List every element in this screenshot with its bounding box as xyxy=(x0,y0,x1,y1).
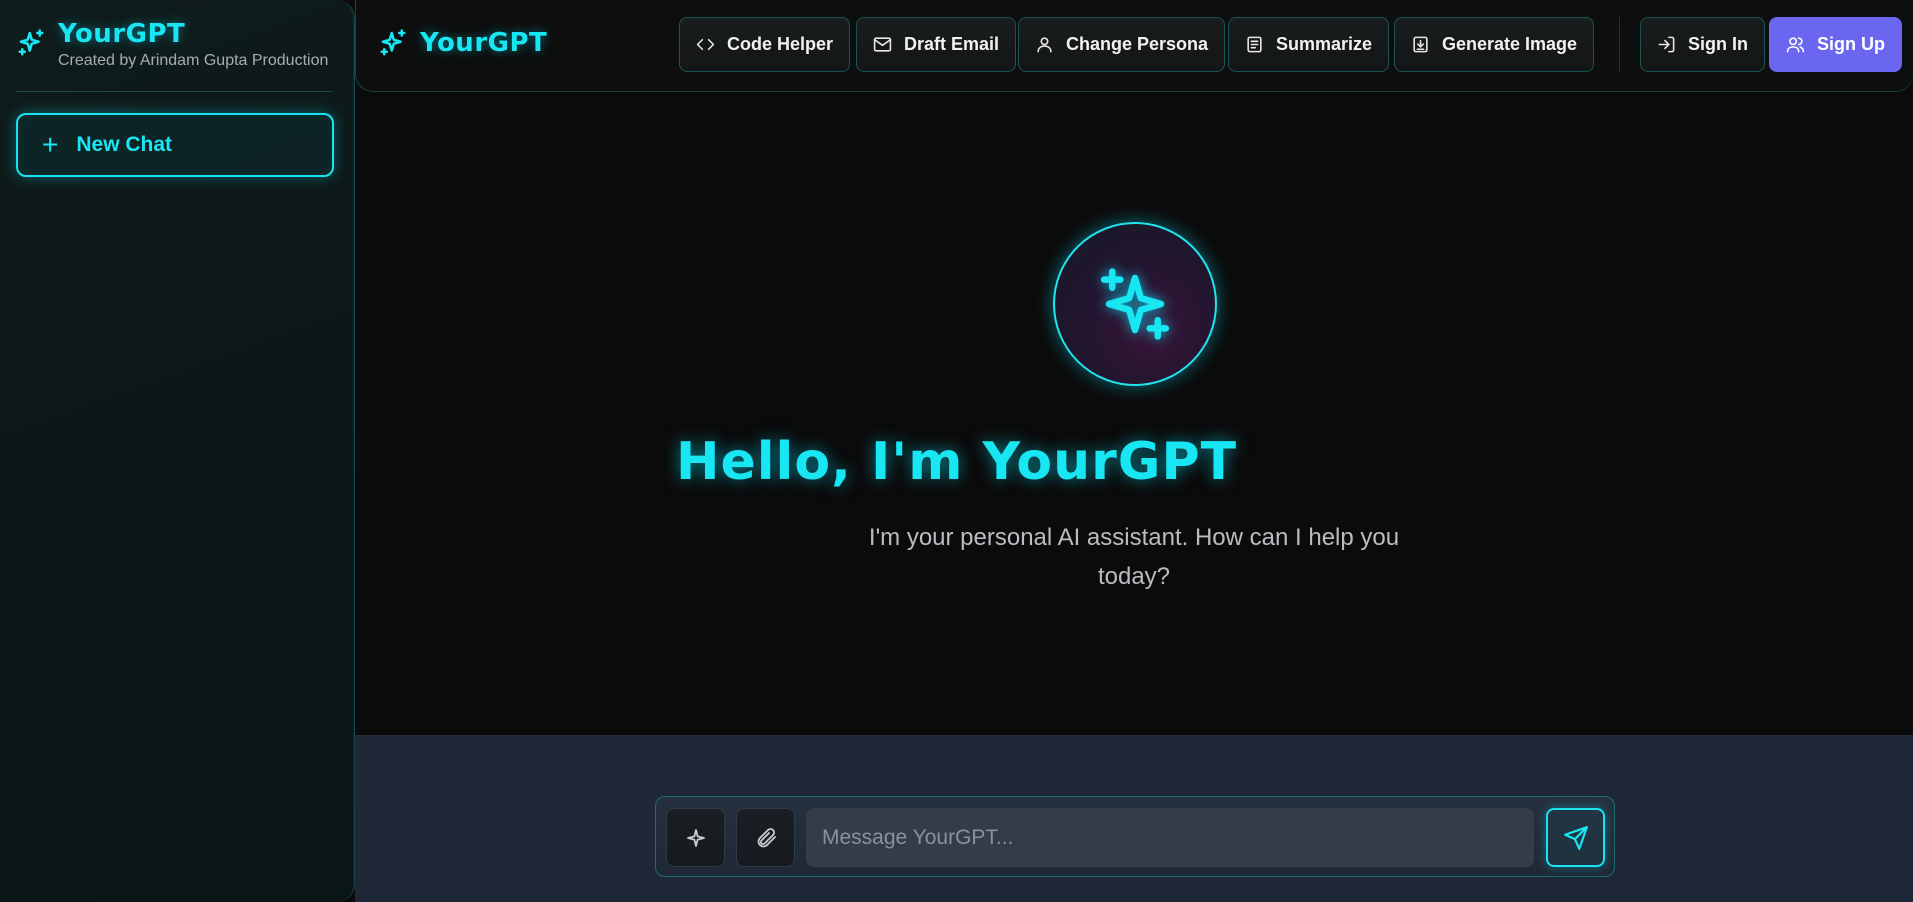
sidebar-brand-subtitle: Created by Arindam Gupta Production xyxy=(58,52,329,69)
sidebar-divider xyxy=(16,91,333,92)
send-button[interactable] xyxy=(1546,808,1605,867)
sidebar-brand: YourGPT Created by Arindam Gupta Product… xyxy=(16,18,328,70)
hero-text-wrap: I'm your personal AI assistant. How can … xyxy=(355,0,1913,735)
attach-button[interactable] xyxy=(736,808,795,867)
sidebar-brand-title: YourGPT xyxy=(58,19,186,49)
message-input[interactable] xyxy=(806,808,1534,867)
message-composer xyxy=(655,796,1615,877)
app: YourGPT Created by Arindam Gupta Product… xyxy=(0,0,1913,902)
sparkles-icon xyxy=(18,29,44,56)
sparkle-icon xyxy=(686,828,705,847)
plus-icon: + xyxy=(42,129,59,160)
send-icon xyxy=(1563,825,1588,850)
hero-subtitle: I'm your personal AI assistant. How can … xyxy=(868,524,1400,590)
magic-button[interactable] xyxy=(666,808,725,867)
new-chat-label: New Chat xyxy=(76,133,173,156)
paperclip-icon xyxy=(757,827,776,847)
new-chat-button[interactable]: + New Chat xyxy=(16,113,334,177)
